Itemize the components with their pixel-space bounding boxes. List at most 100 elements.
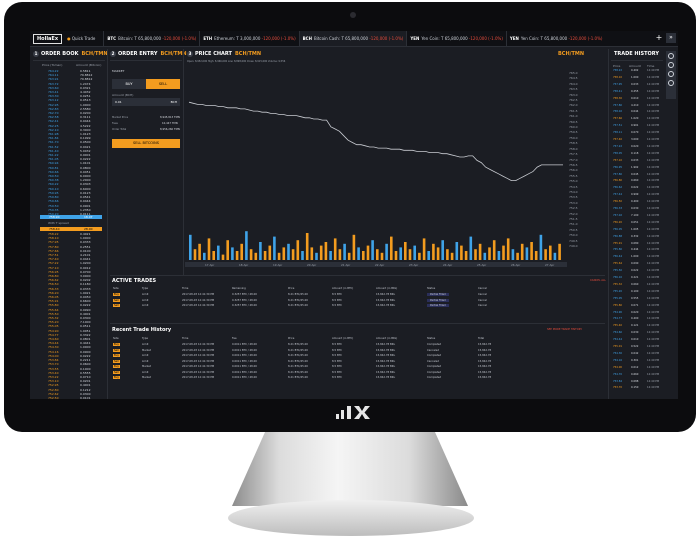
trade-history-row[interactable]: 755.01 0.522 12:49 PM [613, 345, 659, 348]
sell-bitcoins-button[interactable]: SELL BITCOINS [112, 139, 180, 148]
trade-history-row[interactable]: 755.80 0.444 12:49 PM [613, 248, 659, 251]
trade-history-row[interactable]: 758.11 0.070 12:49 PM [613, 131, 659, 134]
buy-price-list: 758.22 758.10 757.95 757.80 757.66 757.51 757.… [48, 232, 59, 399]
trade-history-row[interactable]: 755.20 0.100 12:49 PM [613, 290, 659, 293]
trade-history-row[interactable]: 753.84 0.088 12:49 PM [613, 380, 659, 383]
trade-history-row[interactable]: 755.91 0.080 12:49 PM [613, 242, 659, 245]
sell-amount[interactable]: 79.8812 [80, 77, 92, 81]
brand-logo[interactable]: HollaEx [33, 33, 63, 44]
see-more-history-link[interactable]: SEE MORE TRADE HISTORY [547, 328, 582, 331]
table-cell[interactable]: 15,842.78 [478, 343, 491, 346]
trade-amount: 0.030 [631, 207, 639, 210]
clock-icon[interactable] [668, 62, 674, 68]
buy-price[interactable]: 752.50 [48, 396, 59, 399]
trade-history-row[interactable]: 756.10 0.221 12:49 PM [613, 276, 659, 279]
volume-bar [488, 247, 491, 260]
trade-history-row[interactable]: 754.16 0.301 12:49 PM [613, 359, 659, 362]
trade-history-row[interactable]: 757.10 0.033 12:49 PM [613, 159, 659, 162]
buy-price[interactable]: 757.95 [48, 240, 59, 244]
trade-history-row[interactable]: 755.32 0.060 12:49 PM [613, 283, 659, 286]
trade-history-row[interactable]: 754.44 0.010 12:49 PM [613, 338, 659, 341]
trade-history-row[interactable]: 757.66 1.020 12:49 PM [613, 117, 659, 120]
ticker-tab[interactable]: BTC Bitcoin: T 65,800,000 -120,000 (-1.0%… [103, 31, 199, 46]
trade-history-row[interactable]: 755.40 0.121 12:49 PM [613, 324, 659, 327]
table-cell[interactable]: 15,842.78 [478, 365, 491, 368]
trade-history-row[interactable]: 758.41 0.255 12:49 PM [613, 90, 659, 93]
ticker-tab[interactable]: YEN Yen Coin: T 65,800,000 -120,000 (-1.0… [505, 31, 606, 46]
trade-history-row[interactable]: 756.88 0.332 12:49 PM [613, 235, 659, 238]
trade-history-row[interactable]: 758.02 0.044 12:49 PM [613, 110, 659, 113]
collapse-icon[interactable]: » [666, 33, 676, 43]
ticker-tab[interactable]: ETH Ethereum: T 3,000,000 -120,000 (-1.0%… [199, 31, 298, 46]
trade-history-row[interactable]: 758.05 0.118 12:49 PM [613, 152, 659, 155]
trade-history-row[interactable]: 753.70 0.150 12:49 PM [613, 386, 659, 389]
sell-amount[interactable]: 0.0444 [80, 199, 92, 203]
spread-row-highlight[interactable]: 758.90 18.07 [40, 215, 102, 219]
buy-price[interactable]: 757.22 [48, 261, 59, 265]
table-cell[interactable]: 15,842.78 [478, 349, 491, 352]
trade-history-row[interactable]: 755.50 0.022 12:49 PM [613, 269, 659, 272]
ticker-tab[interactable]: YEN Yen Coin: T 65,800,000 -120,000 (-1.0… [406, 31, 506, 46]
trade-history-row[interactable]: 757.95 0.033 12:49 PM [613, 83, 659, 86]
table-cell[interactable]: 15,842.78 [478, 371, 491, 374]
table-cell[interactable]: Cancel [478, 293, 487, 296]
trade-history-row[interactable]: 755.80 0.071 12:49 PM [613, 304, 659, 307]
buy-amount[interactable]: 0.0101 [80, 396, 91, 399]
trade-history-row[interactable]: 754.70 0.660 12:49 PM [613, 373, 659, 376]
trade-history-row[interactable]: 755.05 0.555 12:49 PM [613, 297, 659, 300]
price-chart[interactable]: 17 Apr 18 Apr 19 Apr 20 Apr 21 Apr 22 Apr 23 A… [185, 64, 567, 276]
settings-icon[interactable] [668, 53, 674, 59]
cancel-all-link[interactable]: CANCEL ALL [590, 279, 606, 282]
help-icon[interactable] [668, 80, 674, 86]
trade-history-row[interactable]: 757.44 0.999 12:49 PM [613, 193, 659, 196]
best-bid-highlight[interactable]: 758.40 28.00 [40, 227, 102, 231]
trade-history-row[interactable]: 757.80 0.045 12:49 PM [613, 173, 659, 176]
trade-history-row[interactable]: 754.00 0.012 12:49 PM [613, 366, 659, 369]
buy-amount[interactable]: 0.4001 [80, 383, 91, 387]
table-cell[interactable]: 15,842.78 [478, 360, 491, 363]
table-cell[interactable]: Cancel [478, 304, 487, 307]
trade-history-row[interactable]: 757.80 4.210 12:49 PM [613, 104, 659, 107]
trade-history-row[interactable]: 756.20 0.051 12:49 PM [613, 221, 659, 224]
amount-input[interactable]: 0.01 BCH [112, 98, 180, 106]
trade-history-row[interactable]: 756.95 1.902 12:49 PM [613, 166, 659, 169]
trade-history-row[interactable]: 758.22 0.402 12:49 PM [613, 69, 659, 72]
buy-amount[interactable]: 1.0200 [80, 261, 91, 265]
trade-history-row[interactable]: 754.90 0.020 12:49 PM [613, 311, 659, 314]
trade-history-row[interactable]: 755.64 0.090 12:49 PM [613, 262, 659, 265]
trade-history-row[interactable]: 756.44 1.000 12:49 PM [613, 255, 659, 258]
buy-toggle[interactable]: BUY [112, 79, 146, 89]
volume-bar [207, 238, 211, 260]
sell-price[interactable]: 759.66 [48, 199, 59, 203]
sell-price[interactable]: 763.91 [48, 77, 59, 81]
quick-trade-link[interactable]: ● Quick Trade [67, 36, 95, 41]
trade-history-row[interactable]: 754.30 0.042 12:49 PM [613, 352, 659, 355]
trade-history-row[interactable]: 757.51 0.901 12:49 PM [613, 124, 659, 127]
buy-amount[interactable]: 0.0600 [80, 362, 91, 366]
trade-history-row[interactable]: 758.30 0.010 12:49 PM [613, 97, 659, 100]
ticker-tab-active[interactable]: BCH Bitcoin Cash: T 65,800,000 -120,000 (… [298, 31, 407, 46]
trade-history-row[interactable]: 757.02 7.100 12:49 PM [613, 214, 659, 217]
trade-history-row[interactable]: 754.77 0.400 12:49 PM [613, 317, 659, 320]
trade-history-row[interactable]: 757.22 0.020 12:49 PM [613, 145, 659, 148]
table-cell[interactable]: Cancel [478, 299, 487, 302]
sell-price[interactable]: 763.12 [48, 98, 59, 102]
table-cell[interactable]: 15,842.78 [478, 354, 491, 357]
trade-history-row[interactable]: 756.80 0.660 12:49 PM [613, 179, 659, 182]
add-tab-button[interactable]: + [654, 33, 664, 43]
trade-history-row[interactable]: 756.62 0.022 12:49 PM [613, 186, 659, 189]
sell-toggle[interactable]: SELL [146, 79, 180, 89]
info-icon[interactable] [668, 71, 674, 77]
trade-history-row[interactable]: 758.10 1.000 12:49 PM [613, 76, 659, 79]
trade-history-row[interactable]: 754.60 0.030 12:49 PM [613, 331, 659, 334]
buy-price[interactable]: 752.95 [48, 383, 59, 387]
buy-amount[interactable]: 0.0333 [80, 240, 91, 244]
trade-history-row[interactable]: 756.50 0.400 12:49 PM [613, 200, 659, 203]
table-cell[interactable]: 15,842.78 [478, 376, 491, 379]
trade-history-row[interactable]: 757.40 3.000 12:49 PM [613, 138, 659, 141]
market-tab[interactable]: MARKET [112, 69, 124, 73]
trade-history-row[interactable]: 756.05 1.005 12:49 PM [613, 228, 659, 231]
buy-price[interactable]: 753.70 [48, 362, 59, 366]
sell-amount[interactable]: 0.0513 [80, 98, 92, 102]
trade-history-row[interactable]: 756.33 0.030 12:49 PM [613, 207, 659, 210]
